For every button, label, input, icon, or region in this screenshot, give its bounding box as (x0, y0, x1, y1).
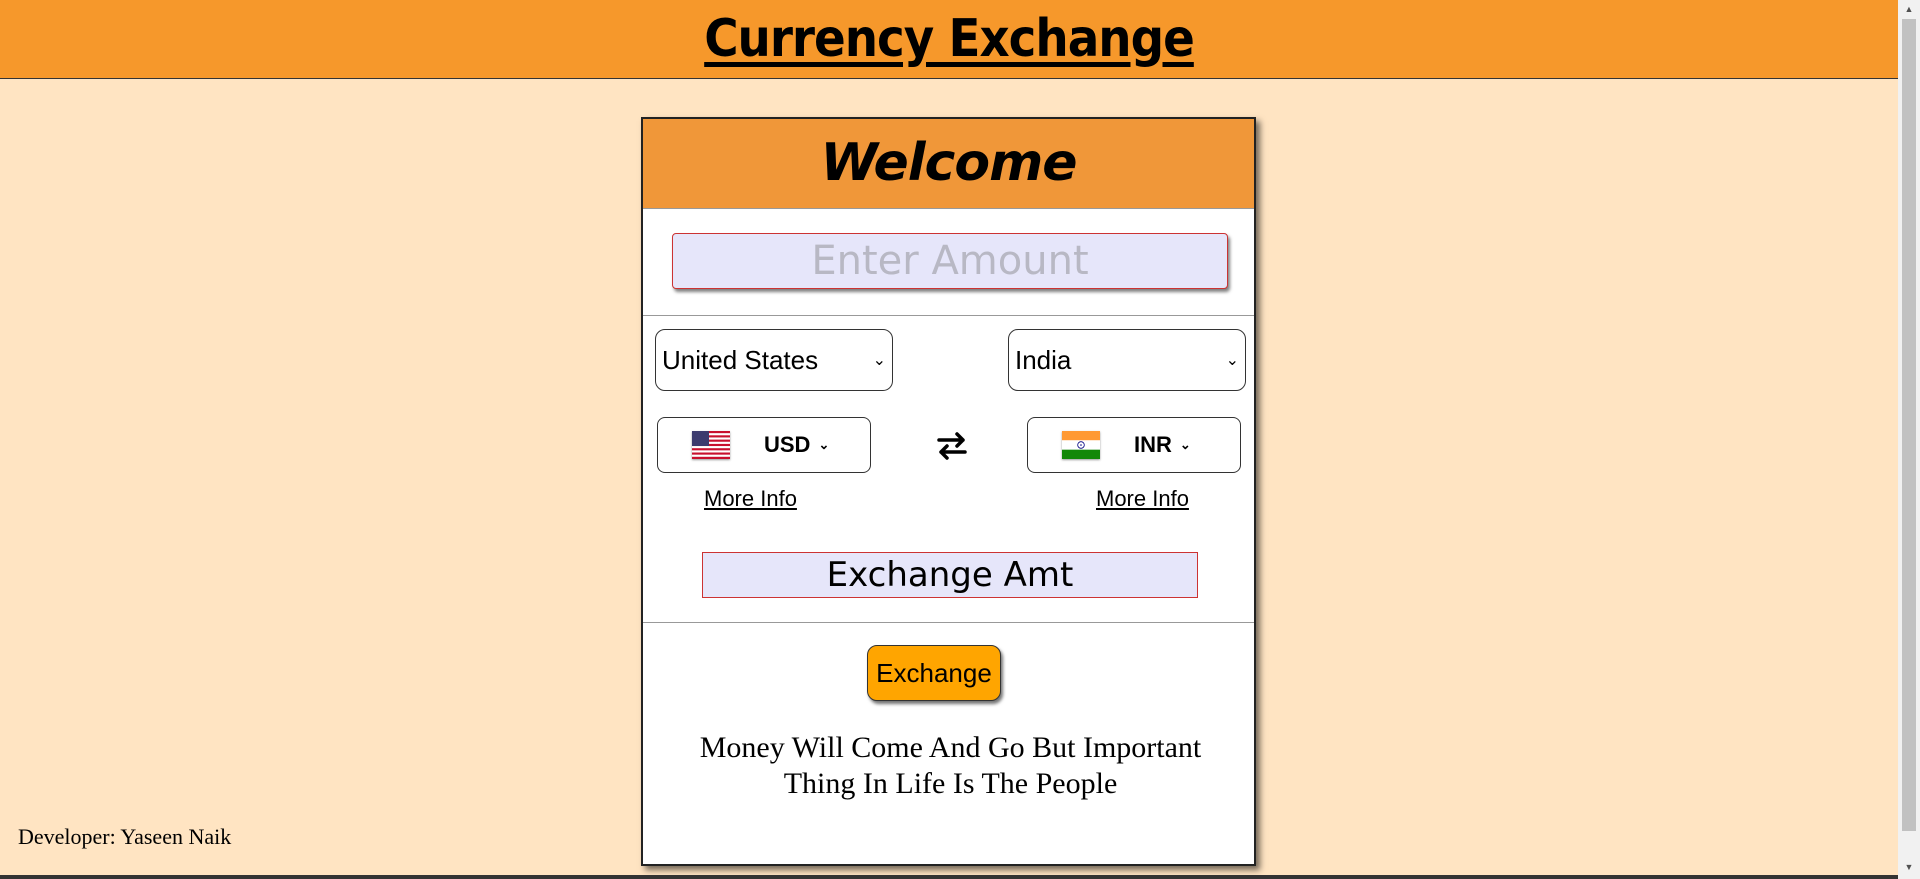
exchange-result-display: Exchange Amt (702, 552, 1198, 598)
bottom-edge (0, 875, 1898, 879)
top-header-bar: Currency Exchange (0, 0, 1898, 79)
amount-section (643, 209, 1254, 316)
to-currency-select[interactable]: INR ⌄ (1027, 417, 1241, 473)
us-flag-icon (692, 431, 730, 459)
exchange-button[interactable]: Exchange (867, 645, 1001, 701)
to-more-info-link[interactable]: More Info (1096, 486, 1189, 512)
exchange-card: Welcome United States ⌄ India ⌄ (641, 117, 1256, 866)
swap-arrows-icon[interactable] (935, 429, 969, 463)
from-currency-code: USD (764, 432, 811, 457)
to-currency-code: INR (1134, 432, 1172, 457)
amount-input[interactable] (672, 233, 1228, 289)
from-currency-select[interactable]: USD ⌄ (657, 417, 871, 473)
to-country-value: India (1015, 344, 1072, 375)
chevron-down-icon: ⌄ (872, 352, 886, 369)
to-country-select[interactable]: India ⌄ (1008, 329, 1246, 391)
scroll-up-arrow-icon[interactable]: ▲ (1898, 0, 1920, 17)
currency-section: United States ⌄ India ⌄ USD ⌄ INR ⌄ More… (643, 316, 1254, 623)
vertical-scrollbar[interactable]: ▲ ▼ (1898, 0, 1920, 879)
quote-text: Money Will Come And Go But Important Thi… (699, 731, 1202, 800)
chevron-down-icon: ⌄ (1225, 352, 1239, 369)
chevron-down-icon: ⌄ (1179, 437, 1191, 452)
from-country-value: United States (662, 344, 819, 375)
card-header: Welcome (643, 119, 1254, 209)
scrollbar-thumb[interactable] (1902, 19, 1916, 831)
developer-credit: Developer: Yaseen Naik (18, 824, 232, 849)
welcome-heading: Welcome (820, 133, 1077, 193)
from-country-select[interactable]: United States ⌄ (655, 329, 893, 391)
scroll-down-arrow-icon[interactable]: ▼ (1898, 858, 1920, 875)
chevron-down-icon: ⌄ (818, 437, 830, 452)
page-title: Currency Exchange (704, 9, 1195, 69)
india-flag-icon (1062, 431, 1100, 459)
from-more-info-link[interactable]: More Info (704, 486, 797, 512)
